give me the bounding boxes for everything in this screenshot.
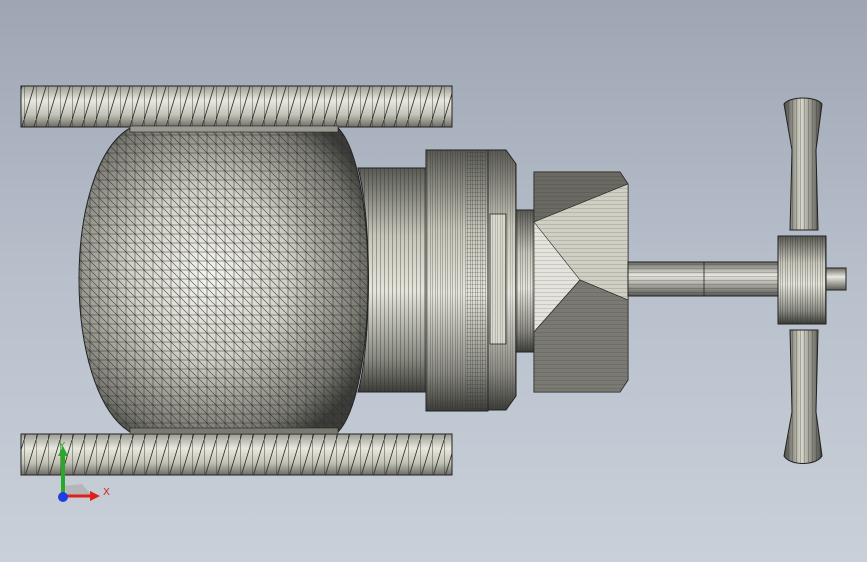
axis-triad: X Y bbox=[52, 440, 112, 510]
bonnet-gland bbox=[425, 149, 489, 412]
x-axis-label: X bbox=[103, 487, 110, 498]
yoke-spacer bbox=[515, 209, 535, 353]
handwheel-hub[interactable] bbox=[777, 235, 827, 325]
top-flange bbox=[20, 85, 453, 128]
cad-3d-viewport[interactable]: X Y bbox=[0, 0, 867, 562]
hex-bonnet-nut bbox=[533, 171, 629, 393]
valve-body-sphere bbox=[78, 125, 369, 435]
valve-model[interactable] bbox=[0, 0, 867, 562]
y-axis-label: Y bbox=[59, 441, 66, 452]
bonnet-neck bbox=[357, 167, 427, 393]
packing-nut bbox=[487, 149, 517, 411]
handwheel-upper-handle[interactable] bbox=[783, 97, 823, 231]
handwheel-lower-handle[interactable] bbox=[783, 329, 823, 464]
z-axis-dot bbox=[58, 492, 68, 502]
